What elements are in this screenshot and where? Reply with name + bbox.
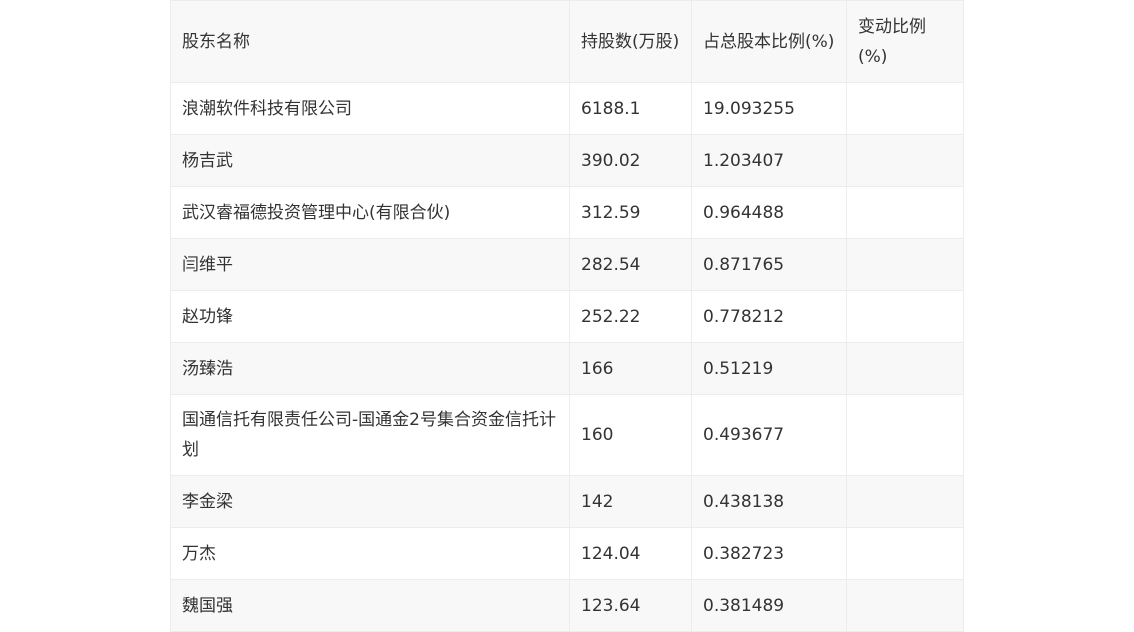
cell-ratio: 19.093255 xyxy=(691,82,847,135)
table-row: 赵功锋 252.22 0.778212 xyxy=(170,290,964,343)
shareholder-table-container: 股东名称 持股数(万股) 占总股本比例(%) 变动比例(%) 浪潮软件科技有限公… xyxy=(170,0,964,632)
table-row: 武汉睿福德投资管理中心(有限合伙) 312.59 0.964488 xyxy=(170,186,964,239)
cell-change xyxy=(846,186,964,239)
cell-ratio: 0.438138 xyxy=(691,475,847,528)
cell-change xyxy=(846,134,964,187)
cell-ratio: 0.964488 xyxy=(691,186,847,239)
cell-shares: 282.54 xyxy=(569,238,692,291)
cell-ratio: 0.778212 xyxy=(691,290,847,343)
cell-shares: 312.59 xyxy=(569,186,692,239)
table-header: 股东名称 持股数(万股) 占总股本比例(%) 变动比例(%) xyxy=(170,0,964,83)
table-row: 杨吉武 390.02 1.203407 xyxy=(170,134,964,187)
cell-name: 汤臻浩 xyxy=(170,342,570,395)
cell-name: 李金梁 xyxy=(170,475,570,528)
cell-ratio: 0.381489 xyxy=(691,579,847,632)
cell-name: 魏国强 xyxy=(170,579,570,632)
cell-ratio: 0.871765 xyxy=(691,238,847,291)
table-row: 汤臻浩 166 0.51219 xyxy=(170,342,964,395)
cell-change xyxy=(846,342,964,395)
header-change-ratio: 变动比例(%) xyxy=(846,0,964,83)
cell-shares: 252.22 xyxy=(569,290,692,343)
cell-ratio: 0.493677 xyxy=(691,394,847,476)
cell-change xyxy=(846,475,964,528)
shareholder-table: 股东名称 持股数(万股) 占总股本比例(%) 变动比例(%) 浪潮软件科技有限公… xyxy=(170,0,964,632)
cell-shares: 142 xyxy=(569,475,692,528)
table-row: 魏国强 123.64 0.381489 xyxy=(170,579,964,632)
cell-change xyxy=(846,394,964,476)
header-shares: 持股数(万股) xyxy=(569,0,692,83)
cell-ratio: 0.382723 xyxy=(691,527,847,580)
cell-shares: 166 xyxy=(569,342,692,395)
cell-change xyxy=(846,527,964,580)
cell-name: 浪潮软件科技有限公司 xyxy=(170,82,570,135)
table-row: 国通信托有限责任公司-国通金2号集合资金信托计划 160 0.493677 xyxy=(170,394,964,476)
header-share-ratio: 占总股本比例(%) xyxy=(691,0,847,83)
cell-name: 万杰 xyxy=(170,527,570,580)
cell-shares: 123.64 xyxy=(569,579,692,632)
table-row: 万杰 124.04 0.382723 xyxy=(170,527,964,580)
header-row: 股东名称 持股数(万股) 占总股本比例(%) 变动比例(%) xyxy=(170,0,964,83)
cell-name: 赵功锋 xyxy=(170,290,570,343)
cell-name: 国通信托有限责任公司-国通金2号集合资金信托计划 xyxy=(170,394,570,476)
cell-change xyxy=(846,238,964,291)
cell-change xyxy=(846,82,964,135)
table-row: 浪潮软件科技有限公司 6188.1 19.093255 xyxy=(170,82,964,135)
header-shareholder-name: 股东名称 xyxy=(170,0,570,83)
cell-ratio: 1.203407 xyxy=(691,134,847,187)
cell-name: 杨吉武 xyxy=(170,134,570,187)
cell-ratio: 0.51219 xyxy=(691,342,847,395)
cell-name: 武汉睿福德投资管理中心(有限合伙) xyxy=(170,186,570,239)
table-body: 浪潮软件科技有限公司 6188.1 19.093255 杨吉武 390.02 1… xyxy=(170,82,964,632)
cell-change xyxy=(846,290,964,343)
cell-name: 闫维平 xyxy=(170,238,570,291)
table-row: 李金梁 142 0.438138 xyxy=(170,475,964,528)
cell-shares: 390.02 xyxy=(569,134,692,187)
cell-shares: 160 xyxy=(569,394,692,476)
cell-shares: 124.04 xyxy=(569,527,692,580)
table-row: 闫维平 282.54 0.871765 xyxy=(170,238,964,291)
cell-change xyxy=(846,579,964,632)
cell-shares: 6188.1 xyxy=(569,82,692,135)
